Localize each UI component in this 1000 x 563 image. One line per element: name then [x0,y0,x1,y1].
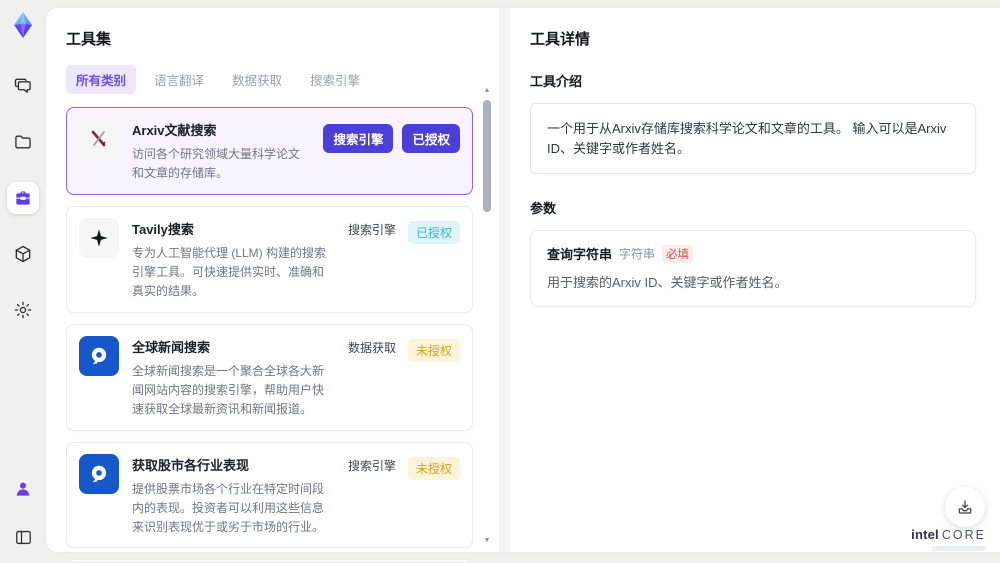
folder-icon [13,132,33,152]
param-card-0: 查询字符串 字符串 必填 用于搜索的Arxiv ID、关键字或作者姓名。 [530,230,976,307]
tool-meta: 搜索引擎 已授权 [348,218,460,301]
sidebar [0,0,46,563]
tool-list: Arxiv文献搜索 访问各个研究领域大量科学论文和文章的存储库。 搜索引擎 已授… [66,107,473,561]
tool-description: 全球新闻搜索是一个聚合全球各大新闻网站内容的搜索引擎，帮助用户快速获取全球最新资… [132,363,325,416]
brand-intel: intel [911,527,939,542]
tool-auth-badge: 已授权 [407,220,460,244]
sidebar-item-settings[interactable] [7,294,39,326]
intro-heading: 工具介绍 [530,74,583,89]
tool-card-4[interactable]: 获取市场最活跃股票信息 提供当天交易量最高的股票列表，投资者可以利用这些信息来识… [66,559,473,561]
tool-card-3[interactable]: 获取股市各行业表现 提供股票市场各个行业在特定时间段内的表现。投资者可以利用这些… [66,441,473,549]
details-title: 工具详情 [530,31,591,48]
tool-category-label: 搜索引擎 [347,222,396,237]
tool-category-badge: 搜索引擎 [323,124,394,153]
tool-details-panel: 工具详情 工具介绍 一个用于从Arxiv存储库搜索科学论文和文章的工具。 输入可… [510,8,1000,552]
tool-meta: 搜索引擎 已授权 [323,119,460,183]
tool-icon-arxiv [79,119,119,159]
sidebar-item-toolbox[interactable] [7,182,39,214]
brand-core: CORE [941,528,986,542]
param-description: 用于搜索的Arxiv ID、关键字或作者姓名。 [547,275,788,290]
tool-name: Arxiv文献搜索 [132,123,217,138]
intro-text-box: 一个用于从Arxiv存储库搜索科学论文和文章的工具。 输入可以是Arxiv ID… [530,103,976,174]
tool-meta: 数据获取 未授权 [348,336,460,419]
sidebar-item-cube[interactable] [7,238,39,270]
collapse-panel-icon [14,528,33,547]
tool-meta: 搜索引擎 未授权 [348,454,460,537]
panel-divider [499,8,510,552]
sidebar-item-chat[interactable] [7,70,39,102]
tool-icon-tavily [79,217,119,258]
app-window: 工具集 所有类别 语言翻译 数据获取 搜索引擎 Arxiv文献搜索 访问各个研究领域大… [0,0,1000,563]
tool-card-0[interactable]: Arxiv文献搜索 访问各个研究领域大量科学论文和文章的存储库。 搜索引擎 已授… [66,107,473,195]
tool-description: 访问各个研究领域大量科学论文和文章的存储库。 [132,147,301,180]
tab-category-1[interactable]: 语言翻译 [144,65,214,94]
tool-icon-quark [79,335,119,376]
tool-auth-badge: 未授权 [407,338,460,362]
scrollbar-up-icon[interactable]: ▲ [482,86,492,96]
tool-name: Tavily搜索 [132,221,194,237]
avatar-icon [13,479,33,499]
toolset-panel: 工具集 所有类别 语言翻译 数据获取 搜索引擎 Arxiv文献搜索 访问各个研究领域大… [46,8,499,561]
chat-icon [13,76,33,96]
toolset-title: 工具集 [66,31,112,48]
download-icon [958,500,972,514]
main-card: 工具集 所有类别 语言翻译 数据获取 搜索引擎 Arxiv文献搜索 访问各个研究领域大… [46,8,1000,561]
list-scrollbar[interactable]: ▲ ▼ [482,86,492,546]
tool-category-label: 搜索引擎 [347,458,396,473]
tab-category-2[interactable]: 数据获取 [222,65,292,94]
tool-description: 提供股票市场各个行业在特定时间段内的表现。投资者可以利用这些信息来识别表现优于或… [132,481,325,534]
tool-card-1[interactable]: Tavily搜索 专为人工智能代理 (LLM) 构建的搜索引擎工具。可快速提供实… [66,205,473,313]
params-heading: 参数 [530,201,557,216]
param-list: 查询字符串 字符串 必填 用于搜索的Arxiv ID、关键字或作者姓名。 [530,230,976,307]
tool-card-2[interactable]: 全球新闻搜索 全球新闻搜索是一个聚合全球各大新闻网站内容的搜索引擎，帮助用户快速… [66,323,473,431]
tool-auth-badge: 未授权 [407,456,460,480]
tool-name: 全球新闻搜索 [132,339,211,355]
scrollbar-down-icon[interactable]: ▼ [482,536,492,546]
sidebar-item-collapse-panel[interactable] [7,521,39,553]
scrollbar-thumb[interactable] [483,100,491,212]
sidebar-item-folder[interactable] [7,126,39,158]
tab-category-3[interactable]: 搜索引擎 [300,65,370,94]
sidebar-nav [7,70,39,326]
category-tabs: 所有类别 语言翻译 数据获取 搜索引擎 [66,65,473,94]
intel-core-logo: intel CORE [911,527,986,551]
tool-auth-badge: 已授权 [402,124,460,153]
download-button[interactable] [945,487,985,527]
tool-description: 专为人工智能代理 (LLM) 构建的搜索引擎工具。可快速提供实时、准确和真实的结… [132,245,327,298]
app-logo-icon[interactable] [8,10,38,40]
brand-shade [932,546,986,551]
sidebar-bottom [7,473,39,553]
cube-icon [13,244,33,264]
param-required-badge: 必填 [662,244,694,263]
param-name: 查询字符串 [547,247,613,262]
tool-category-label: 数据获取 [347,340,396,355]
settings-icon [13,300,33,320]
toolbox-icon [13,188,33,208]
tool-icon-quark [79,453,119,494]
tool-name: 获取股市各行业表现 [132,457,250,473]
tab-category-0[interactable]: 所有类别 [66,65,137,94]
param-type: 字符串 [619,247,656,261]
sidebar-item-avatar[interactable] [7,473,39,505]
